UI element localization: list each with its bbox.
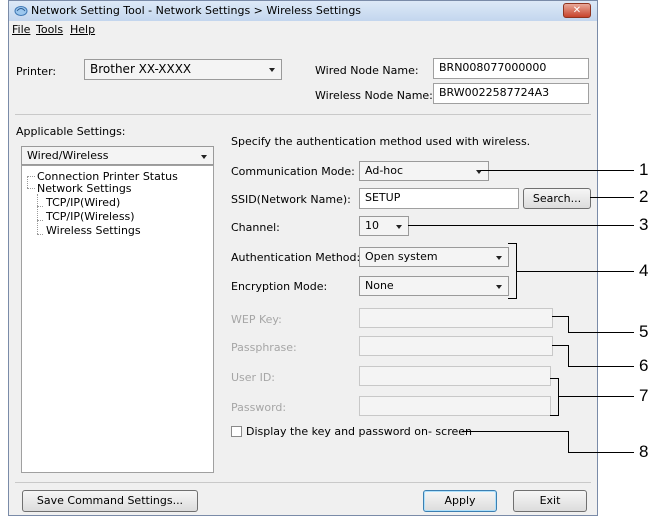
callout-number-1: 1	[639, 160, 649, 179]
tree-item-tcpip-wireless[interactable]: TCP/IP(Wireless)	[46, 210, 135, 223]
callout-number-4: 4	[639, 261, 649, 280]
wireless-node-label: Wireless Node Name:	[315, 89, 433, 102]
ssid-input[interactable]: SETUP	[359, 188, 519, 209]
wep-key-label: WEP Key:	[231, 313, 282, 326]
chevron-down-icon	[496, 256, 502, 260]
authentication-method-select[interactable]: Open system	[359, 247, 509, 267]
callout-bracket-4	[508, 298, 517, 299]
callout-number-7: 7	[639, 386, 649, 405]
callout-line-6	[568, 345, 569, 366]
close-icon: ✕	[572, 5, 582, 16]
tree-item-network-settings[interactable]: Network Settings	[37, 182, 132, 195]
display-key-label: Display the key and password on- screen	[246, 425, 472, 438]
wep-key-input[interactable]	[359, 308, 553, 328]
applicable-settings-select[interactable]: Wired/Wireless	[21, 146, 214, 165]
applicable-settings-label: Applicable Settings:	[16, 125, 126, 138]
callout-line-1	[480, 170, 634, 171]
header-divider	[15, 114, 591, 115]
footer-divider	[15, 482, 591, 483]
callout-line-4	[516, 271, 634, 272]
display-key-checkbox[interactable]	[231, 426, 242, 437]
applicable-settings-value: Wired/Wireless	[27, 149, 109, 162]
ssid-value: SETUP	[365, 191, 401, 204]
tree-connector	[27, 188, 35, 189]
encryption-mode-select[interactable]: None	[359, 276, 509, 296]
chevron-down-icon	[269, 68, 275, 72]
callout-number-6: 6	[639, 356, 649, 375]
passphrase-input[interactable]	[359, 336, 553, 356]
tree-connector	[27, 176, 28, 188]
tree-item-wireless-settings[interactable]: Wireless Settings	[46, 224, 141, 237]
callout-line-2	[590, 197, 634, 198]
callout-number-3: 3	[639, 215, 649, 234]
printer-select[interactable]: Brother XX-XXXX	[84, 59, 282, 80]
network-tool-icon	[14, 6, 28, 16]
callout-bracket-7	[550, 378, 558, 379]
ssid-label: SSID(Network Name):	[231, 193, 351, 206]
channel-select[interactable]: 10	[359, 216, 409, 236]
callout-line-3	[408, 225, 634, 226]
save-command-settings-button[interactable]: Save Command Settings...	[22, 490, 198, 512]
close-button[interactable]: ✕	[563, 3, 591, 18]
callout-line-8	[568, 452, 634, 453]
callout-bracket-7	[550, 415, 559, 416]
callout-line-6	[568, 366, 634, 367]
communication-mode-select[interactable]: Ad-hoc	[359, 161, 489, 181]
wired-node-label: Wired Node Name:	[315, 64, 419, 77]
user-id-input[interactable]	[359, 366, 551, 386]
wireless-node-value: BRW0022587724A3	[439, 86, 550, 99]
communication-mode-value: Ad-hoc	[365, 164, 404, 177]
menu-tools[interactable]: Tools	[36, 23, 63, 36]
password-input[interactable]	[359, 396, 551, 416]
tree-connector	[37, 206, 43, 207]
settings-tree: Connection Printer Status Network Settin…	[21, 165, 214, 473]
instructions-text: Specify the authentication method used w…	[231, 135, 531, 148]
menu-bar: File Tools Help	[9, 21, 597, 38]
callout-line-8	[462, 431, 568, 432]
apply-button[interactable]: Apply	[423, 490, 497, 512]
encryption-mode-value: None	[365, 279, 394, 292]
user-id-label: User ID:	[231, 371, 275, 384]
callout-number-5: 5	[639, 322, 649, 341]
callout-line-8	[568, 431, 569, 452]
password-label: Password:	[231, 401, 287, 414]
passphrase-label: Passphrase:	[231, 341, 297, 354]
encryption-mode-label: Encryption Mode:	[231, 280, 328, 293]
callout-line-6	[552, 345, 568, 346]
callout-number-8: 8	[639, 442, 649, 461]
network-setting-window: Network Setting Tool - Network Settings …	[8, 0, 598, 516]
printer-label: Printer:	[16, 65, 57, 78]
chevron-down-icon	[496, 285, 502, 289]
chevron-down-icon	[201, 155, 207, 159]
tree-connector	[37, 194, 38, 234]
wired-node-field[interactable]: BRN008077000000	[433, 58, 589, 79]
menu-file[interactable]: File	[12, 23, 30, 36]
wireless-node-field[interactable]: BRW0022587724A3	[433, 83, 589, 104]
callout-line-5	[568, 316, 569, 332]
printer-value: Brother XX-XXXX	[90, 62, 192, 76]
authentication-method-label: Authentication Method:	[231, 251, 361, 264]
callout-line-7	[558, 396, 634, 397]
channel-label: Channel:	[231, 221, 280, 234]
authentication-method-value: Open system	[365, 250, 438, 263]
tree-connector	[37, 234, 43, 235]
tree-item-tcpip-wired[interactable]: TCP/IP(Wired)	[46, 196, 120, 209]
communication-mode-label: Communication Mode:	[231, 165, 355, 178]
tree-connector	[37, 220, 43, 221]
callout-number-2: 2	[639, 187, 649, 206]
exit-button[interactable]: Exit	[513, 490, 587, 512]
callout-bracket-4	[508, 243, 516, 244]
channel-value: 10	[365, 219, 379, 232]
callout-line-5	[552, 316, 568, 317]
title-bar: Network Setting Tool - Network Settings …	[9, 1, 597, 21]
tree-connector	[27, 176, 35, 177]
search-button[interactable]: Search...	[523, 188, 591, 209]
menu-help[interactable]: Help	[70, 23, 95, 36]
wired-node-value: BRN008077000000	[439, 61, 547, 74]
chevron-down-icon	[396, 225, 402, 229]
callout-line-5	[568, 332, 634, 333]
window-title: Network Setting Tool - Network Settings …	[31, 4, 362, 17]
